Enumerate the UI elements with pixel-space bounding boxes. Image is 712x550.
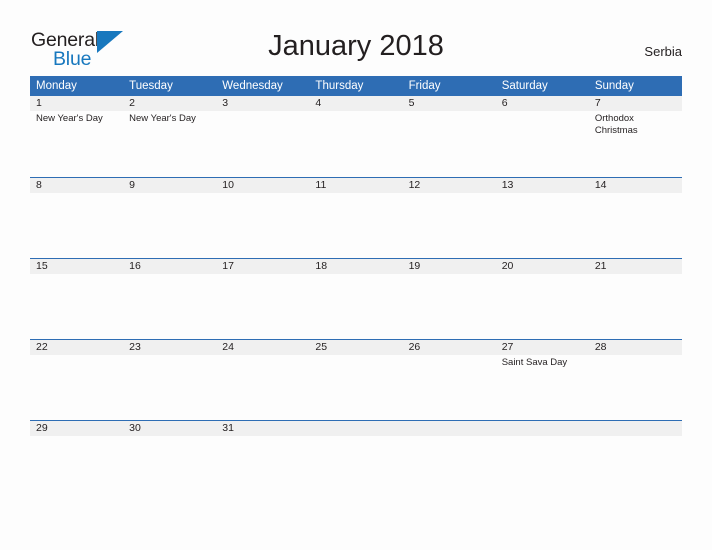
- day-cell-empty: [496, 421, 589, 502]
- day-cell[interactable]: 2 New Year's Day: [123, 96, 216, 177]
- day-number: 7: [594, 97, 601, 109]
- day-cell[interactable]: 29: [30, 421, 123, 502]
- day-cell[interactable]: 21: [589, 259, 682, 340]
- day-cell[interactable]: 20: [496, 259, 589, 340]
- day-number: 10: [222, 179, 234, 191]
- day-number: 9: [129, 179, 135, 191]
- country-label: Serbia: [644, 44, 682, 59]
- day-number: 23: [129, 341, 141, 353]
- day-cell[interactable]: 11: [309, 178, 402, 259]
- calendar-grid: Monday Tuesday Wednesday Thursday Friday…: [30, 76, 682, 501]
- day-cell[interactable]: 23: [123, 340, 216, 421]
- day-number: 27: [501, 341, 514, 353]
- day-cell[interactable]: 14: [589, 178, 682, 259]
- weekday-sunday: Sunday: [594, 80, 634, 92]
- day-cell-empty: [309, 421, 402, 502]
- day-event: Orthodox Christmas: [594, 113, 638, 136]
- week-row: 15 16 17 18 19 20 21: [30, 258, 682, 339]
- day-number: 21: [594, 260, 607, 272]
- day-number: 18: [315, 260, 328, 272]
- day-cell[interactable]: 9: [123, 178, 216, 259]
- day-number: 26: [408, 341, 421, 353]
- day-number: 3: [222, 97, 229, 109]
- day-cell[interactable]: 19: [403, 259, 496, 340]
- day-number: 2: [129, 97, 135, 109]
- day-cell-empty: [403, 421, 496, 502]
- day-number: 6: [501, 97, 508, 109]
- day-cell[interactable]: 13: [496, 178, 589, 259]
- day-cell[interactable]: 7 Orthodox Christmas: [589, 96, 682, 177]
- page-header: General Blue January 2018 Serbia: [0, 0, 712, 76]
- day-number: 1: [36, 97, 42, 109]
- day-cell[interactable]: 10: [216, 178, 309, 259]
- day-cell[interactable]: 5: [403, 96, 496, 177]
- weekday-wednesday: Wednesday: [222, 80, 283, 92]
- day-number: 17: [222, 260, 234, 272]
- weekday-thursday: Thursday: [315, 80, 364, 92]
- weekday-friday: Friday: [408, 80, 441, 92]
- day-number: 31: [222, 422, 234, 434]
- calendar-page: General Blue January 2018 Serbia Monday …: [0, 0, 712, 550]
- week-row: 29 30 31: [30, 420, 682, 501]
- day-cell[interactable]: 15: [30, 259, 123, 340]
- day-cell[interactable]: 4: [309, 96, 402, 177]
- weekday-saturday: Saturday: [501, 80, 548, 92]
- week-row: 8 9 10 11 12 13 14: [30, 177, 682, 258]
- day-cell[interactable]: 1 New Year's Day: [30, 96, 123, 177]
- day-cell[interactable]: 28: [589, 340, 682, 421]
- week-row: 22 23 24 25 26 27 Saint Sava Day 28: [30, 339, 682, 420]
- day-cell-empty: [589, 421, 682, 502]
- day-number: 11: [315, 179, 327, 191]
- day-cell[interactable]: 31: [216, 421, 309, 502]
- page-title: January 2018: [268, 30, 444, 62]
- day-cell[interactable]: 3: [216, 96, 309, 177]
- day-number: 8: [36, 179, 42, 191]
- day-number: 19: [408, 260, 421, 272]
- weekday-tuesday: Tuesday: [129, 80, 173, 92]
- day-event: New Year's Day: [36, 113, 103, 124]
- day-number: 15: [36, 260, 48, 272]
- day-number: 14: [594, 179, 607, 191]
- day-number: [502, 421, 589, 436]
- day-cell[interactable]: 27 Saint Sava Day: [496, 340, 589, 421]
- day-number: [315, 421, 402, 436]
- day-number: 13: [501, 179, 514, 191]
- day-cell[interactable]: 26: [403, 340, 496, 421]
- day-number: 28: [594, 341, 607, 353]
- day-cell[interactable]: 6: [496, 96, 589, 177]
- day-number: 16: [129, 260, 141, 272]
- day-number: 5: [408, 97, 415, 109]
- day-number: 22: [36, 341, 48, 353]
- day-cell[interactable]: 8: [30, 178, 123, 259]
- day-event: Saint Sava Day: [501, 357, 568, 368]
- week-row: 1 New Year's Day 2 New Year's Day 3 4 5: [30, 96, 682, 177]
- day-number: 29: [36, 422, 48, 434]
- day-number: [595, 421, 682, 436]
- day-cell[interactable]: 24: [216, 340, 309, 421]
- day-cell[interactable]: 12: [403, 178, 496, 259]
- day-cell[interactable]: 30: [123, 421, 216, 502]
- day-number: 30: [129, 422, 141, 434]
- day-number: 25: [315, 341, 328, 353]
- day-number: [409, 421, 496, 436]
- day-cell[interactable]: 17: [216, 259, 309, 340]
- day-number: 20: [501, 260, 514, 272]
- day-number: 12: [408, 179, 421, 191]
- weekday-header-row: Monday Tuesday Wednesday Thursday Friday…: [30, 76, 682, 96]
- day-event: New Year's Day: [129, 113, 196, 124]
- day-cell[interactable]: 16: [123, 259, 216, 340]
- day-cell[interactable]: 22: [30, 340, 123, 421]
- weekday-monday: Monday: [36, 80, 77, 92]
- day-cell[interactable]: 25: [309, 340, 402, 421]
- day-cell[interactable]: 18: [309, 259, 402, 340]
- day-number: 24: [222, 341, 234, 353]
- day-number: 4: [315, 97, 322, 109]
